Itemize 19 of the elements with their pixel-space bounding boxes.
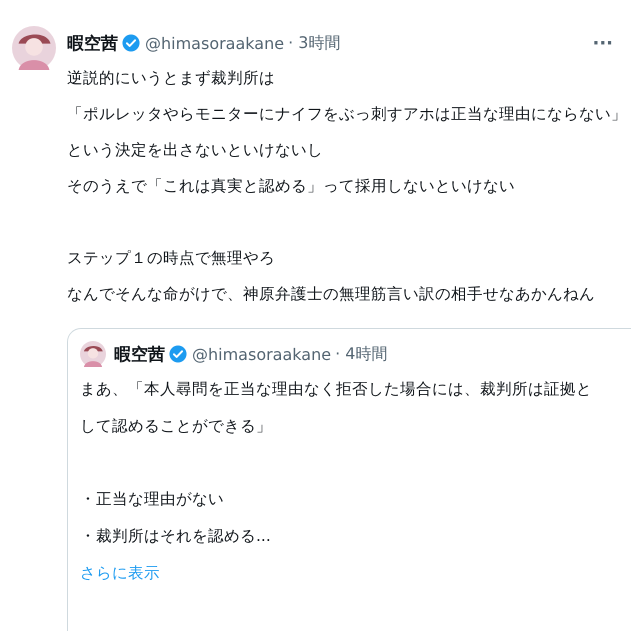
quoted-tweet-text-line: ・裁判所はそれを認める... [80, 526, 272, 547]
tweet-text-line: ステップ１の時点で無理やろ [67, 248, 276, 269]
avatar-icon[interactable] [12, 26, 56, 70]
avatar-icon[interactable] [80, 341, 106, 367]
author-name[interactable]: 暇空茜 [67, 32, 118, 54]
post-time[interactable]: · 4時間 [335, 344, 388, 364]
author-name[interactable]: 暇空茜 [114, 342, 165, 366]
tweet-text-line: 「ポルレッタやらモニターにナイフをぶっ刺すアホは正当な理由にならない」 [67, 104, 628, 125]
quoted-tweet-text-line: ・正当な理由がない [80, 489, 225, 510]
tweet-text-line: なんでそんな命がけで、神原弁護士の無理筋言い訳の相手せなあかんねん [67, 284, 596, 305]
more-menu-button[interactable]: ··· [588, 32, 617, 54]
quoted-tweet-card[interactable]: 暇空茜 @himasoraakane · 4時間 まあ、「本人尋問を正当な理由なく拒否した場合には、裁判所は証拠として認めることができる」 ・正当な理由がない ・裁判所はそれを認める... さらに表示 [67, 328, 631, 631]
author-handle[interactable]: @himasoraakane [192, 344, 332, 364]
tweet-text-line: そのうえで「これは真実と認める」って採用しないといけない [67, 176, 516, 197]
post-time[interactable]: · 3時間 [288, 32, 340, 54]
author-handle[interactable]: @himasoraakane [145, 34, 284, 52]
tweet-text-line: という決定を出さないといけないし [67, 140, 324, 161]
quoted-tweet-text-line: まあ、「本人尋問を正当な理由なく拒否した場合には、裁判所は証拠として認めることができる」 [80, 379, 593, 437]
tweet-text-line: 逆説的にいうとまず裁判所は [67, 68, 276, 89]
